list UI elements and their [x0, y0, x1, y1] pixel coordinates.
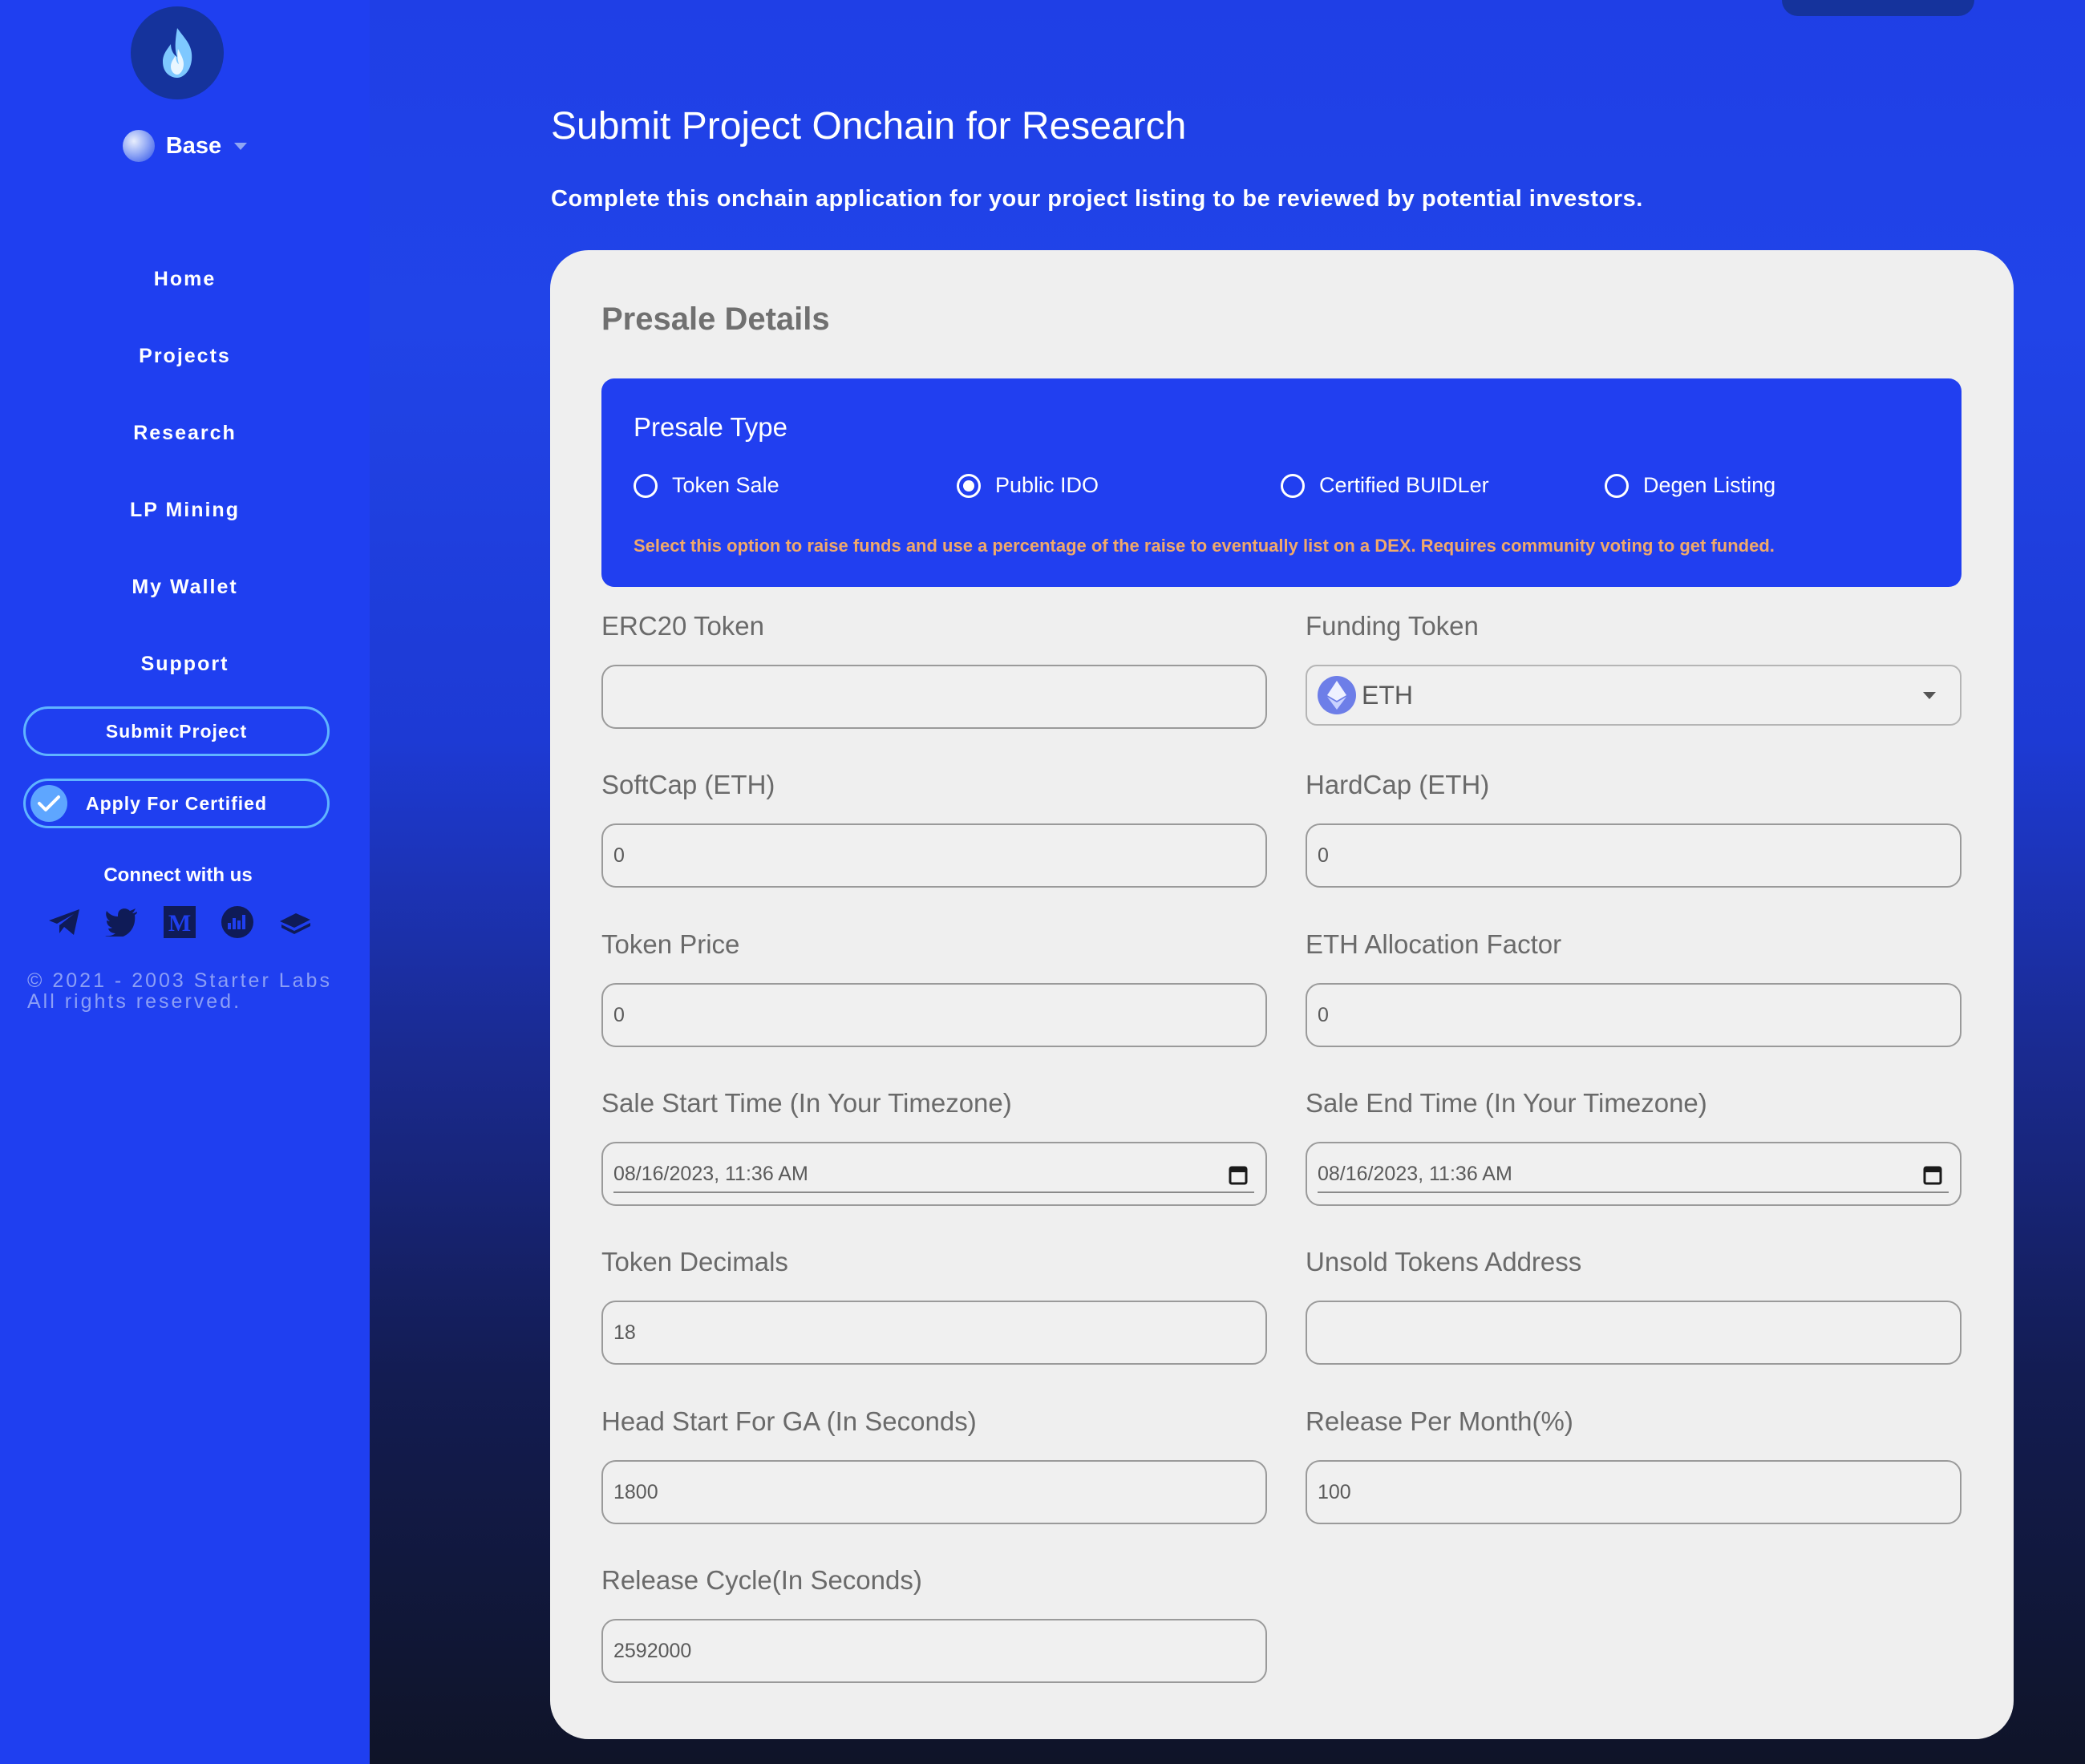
sidebar: Base Home Projects Research LP Mining My… — [0, 0, 370, 1764]
apply-for-certified-button[interactable]: Apply For Certified — [23, 779, 330, 828]
release-per-month-label: Release Per Month(%) — [1306, 1406, 1573, 1436]
medium-icon[interactable]: M — [162, 904, 197, 940]
check-badge-icon — [30, 785, 67, 822]
network-selector[interactable]: Base — [0, 130, 370, 162]
ethereum-icon — [1318, 676, 1356, 714]
sale-start-input[interactable]: 08/16/2023, 11:36 AM — [601, 1142, 1267, 1206]
nav-my-wallet[interactable]: My Wallet — [0, 548, 370, 625]
coinmarketcap-icon[interactable] — [220, 904, 255, 940]
erc20-token-input[interactable] — [601, 665, 1267, 729]
nav-lp-mining[interactable]: LP Mining — [0, 471, 370, 548]
nav-home[interactable]: Home — [0, 241, 370, 318]
token-price-input[interactable]: 0 — [601, 983, 1267, 1047]
svg-text:M: M — [168, 910, 191, 937]
radio-degen-listing[interactable]: Degen Listing — [1605, 473, 1775, 498]
sale-end-input[interactable]: 08/16/2023, 11:36 AM — [1306, 1142, 1962, 1206]
eth-allocation-label: ETH Allocation Factor — [1306, 929, 1562, 959]
unsold-address-input[interactable] — [1306, 1301, 1962, 1365]
head-start-input[interactable]: 1800 — [601, 1460, 1267, 1524]
radio-button[interactable] — [634, 473, 658, 498]
gitbook-icon[interactable] — [277, 904, 313, 940]
sale-end-label: Sale End Time (In Your Timezone) — [1306, 1088, 1707, 1118]
release-cycle-input[interactable]: 2592000 — [601, 1619, 1267, 1683]
starter-logo[interactable] — [131, 6, 224, 99]
header-button[interactable] — [1782, 0, 1974, 16]
radio-button-selected[interactable] — [957, 473, 981, 498]
presale-type-label: Presale Type — [634, 412, 788, 442]
connect-heading: Connect with us — [103, 864, 253, 886]
funding-token-value: ETH — [1362, 681, 1413, 710]
page-subtitle: Complete this onchain application for yo… — [551, 186, 1643, 212]
softcap-input[interactable]: 0 — [601, 823, 1267, 888]
erc20-token-label: ERC20 Token — [601, 611, 765, 641]
radio-label: Degen Listing — [1643, 473, 1776, 497]
calendar-icon[interactable] — [1923, 1164, 1942, 1185]
network-label: Base — [165, 132, 222, 159]
twitter-icon[interactable] — [104, 904, 140, 940]
head-start-label: Head Start For GA (In Seconds) — [601, 1406, 977, 1436]
hardcap-input[interactable]: 0 — [1306, 823, 1962, 888]
funding-token-label: Funding Token — [1306, 611, 1479, 641]
card-heading: Presale Details — [601, 301, 830, 337]
submit-project-button[interactable]: Submit Project — [23, 706, 330, 756]
chevron-down-icon — [234, 142, 248, 150]
radio-label: Public IDO — [995, 473, 1099, 497]
radio-button[interactable] — [1605, 473, 1629, 498]
social-links: M — [47, 904, 313, 940]
funding-token-select[interactable]: ETH — [1306, 665, 1962, 726]
chevron-down-icon — [1923, 692, 1936, 699]
sale-end-wrapper: 08/16/2023, 11:36 AM — [1318, 1143, 1960, 1204]
date-underline — [1318, 1192, 1949, 1193]
copyright-line-1: © 2021 - 2003 Starter Labs — [27, 969, 332, 992]
radio-token-sale[interactable]: Token Sale — [634, 473, 779, 498]
token-decimals-input[interactable]: 18 — [601, 1301, 1267, 1365]
sale-start-value: 08/16/2023, 11:36 AM — [613, 1162, 808, 1185]
apply-for-certified-label: Apply For Certified — [85, 792, 267, 814]
hardcap-label: HardCap (ETH) — [1306, 770, 1490, 799]
radio-button[interactable] — [1281, 473, 1305, 498]
radio-public-ido[interactable]: Public IDO — [957, 473, 1099, 498]
release-cycle-label: Release Cycle(In Seconds) — [601, 1565, 922, 1595]
base-network-icon — [122, 130, 155, 162]
token-price-label: Token Price — [601, 929, 740, 959]
eth-allocation-input[interactable]: 0 — [1306, 983, 1962, 1047]
copyright: © 2021 - 2003 Starter Labs All rights re… — [27, 970, 332, 1012]
sale-start-wrapper: 08/16/2023, 11:36 AM — [613, 1143, 1265, 1204]
presale-details-card: Presale Details Presale Type Token Sale … — [550, 250, 2014, 1739]
radio-certified-buidler[interactable]: Certified BUIDLer — [1281, 473, 1489, 498]
telegram-icon[interactable] — [47, 904, 82, 940]
unsold-address-label: Unsold Tokens Address — [1306, 1247, 1582, 1276]
sale-end-value: 08/16/2023, 11:36 AM — [1318, 1162, 1512, 1185]
sale-start-label: Sale Start Time (In Your Timezone) — [601, 1088, 1012, 1118]
presale-type-note: Select this option to raise funds and us… — [634, 536, 1775, 556]
copyright-line-2: All rights reserved. — [27, 990, 242, 1013]
calendar-icon[interactable] — [1229, 1164, 1248, 1185]
radio-label: Certified BUIDLer — [1319, 473, 1489, 497]
date-underline — [613, 1192, 1254, 1193]
sidebar-nav: Home Projects Research LP Mining My Wall… — [0, 241, 370, 702]
page-title: Submit Project Onchain for Research — [551, 105, 1187, 148]
flame-icon — [163, 28, 192, 78]
nav-support[interactable]: Support — [0, 625, 370, 702]
radio-label: Token Sale — [672, 473, 779, 497]
release-per-month-input[interactable]: 100 — [1306, 1460, 1962, 1524]
nav-research[interactable]: Research — [0, 394, 370, 471]
nav-projects[interactable]: Projects — [0, 318, 370, 394]
token-decimals-label: Token Decimals — [601, 1247, 788, 1276]
softcap-label: SoftCap (ETH) — [601, 770, 775, 799]
presale-type-box: Presale Type Token Sale Public IDO Certi… — [601, 378, 1962, 587]
